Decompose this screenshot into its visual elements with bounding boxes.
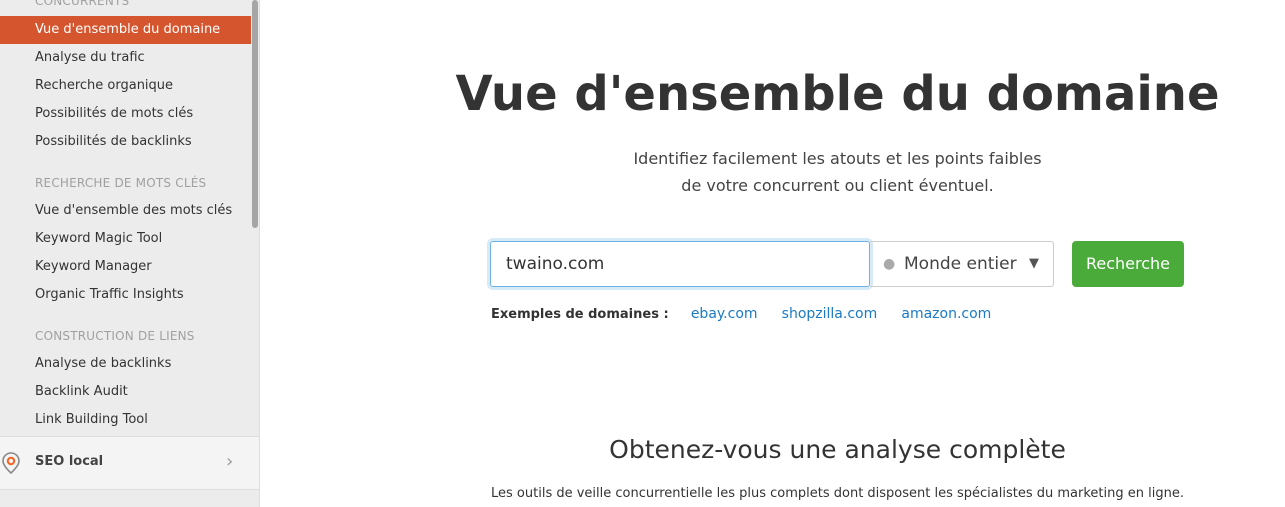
chevron-down-icon: ▼ (1029, 256, 1039, 271)
section-description: Les outils de veille concurrentielle les… (491, 486, 1184, 501)
sidebar-item-backlink-gap[interactable]: Possibilités de backlinks (0, 128, 251, 156)
section-heading: Obtenez-vous une analyse complète (609, 435, 1066, 464)
main-content: Vue d'ensemble du domaine Identifiez fac… (260, 0, 1285, 507)
example-link-ebay[interactable]: ebay.com (691, 306, 758, 322)
region-value: Monde entier (904, 254, 1017, 274)
globe-icon: ● (883, 256, 896, 272)
chevron-right-icon: › (226, 451, 234, 472)
search-button[interactable]: Recherche (1072, 241, 1184, 287)
example-link-amazon[interactable]: amazon.com (901, 306, 991, 322)
domain-search-input[interactable]: twaino.com (490, 241, 870, 287)
sidebar: CONCURRENTS Vue d'ensemble du domaine An… (0, 0, 260, 507)
sidebar-scrollbar[interactable] (252, 0, 258, 228)
sidebar-item-link-building[interactable]: Link Building Tool (0, 406, 251, 434)
example-link-shopzilla[interactable]: shopzilla.com (782, 306, 878, 322)
section-concurrents: CONCURRENTS (35, 0, 130, 8)
seo-local-label: SEO local (35, 454, 104, 469)
sidebar-item-organic[interactable]: Recherche organique (0, 72, 251, 100)
example-domains: Exemples de domaines : ebay.com shopzill… (491, 306, 1011, 322)
section-keywords: RECHERCHE DE MOTS CLÉS (35, 176, 207, 190)
sidebar-item-seo-local[interactable]: SEO local › (0, 436, 259, 490)
sidebar-item-keyword-gap[interactable]: Possibilités de mots clés (0, 100, 251, 128)
sidebar-item-oti[interactable]: Organic Traffic Insights (0, 281, 251, 309)
location-pin-icon (2, 452, 20, 474)
subtitle-line-1: Identifiez facilement les atouts et les … (633, 149, 1042, 168)
sidebar-item-domain-overview[interactable]: Vue d'ensemble du domaine (0, 16, 251, 44)
page-subtitle: Identifiez facilement les atouts et les … (260, 145, 1285, 199)
sidebar-item-backlink-audit[interactable]: Backlink Audit (0, 378, 251, 406)
sidebar-item-keyword-overview[interactable]: Vue d'ensemble des mots clés (0, 197, 251, 225)
region-select[interactable]: ● Monde entier ▼ (870, 241, 1054, 287)
subtitle-line-2: de votre concurrent ou client éventuel. (681, 176, 994, 195)
sidebar-item-keyword-manager[interactable]: Keyword Manager (0, 253, 251, 281)
sidebar-item-keyword-magic[interactable]: Keyword Magic Tool (0, 225, 251, 253)
sidebar-item-traffic[interactable]: Analyse du trafic (0, 44, 251, 72)
examples-label: Exemples de domaines : (491, 307, 669, 322)
page-title: Vue d'ensemble du domaine (455, 66, 1220, 122)
section-links: CONSTRUCTION DE LIENS (35, 329, 195, 343)
sidebar-item-backlink-analytics[interactable]: Analyse de backlinks (0, 350, 251, 378)
